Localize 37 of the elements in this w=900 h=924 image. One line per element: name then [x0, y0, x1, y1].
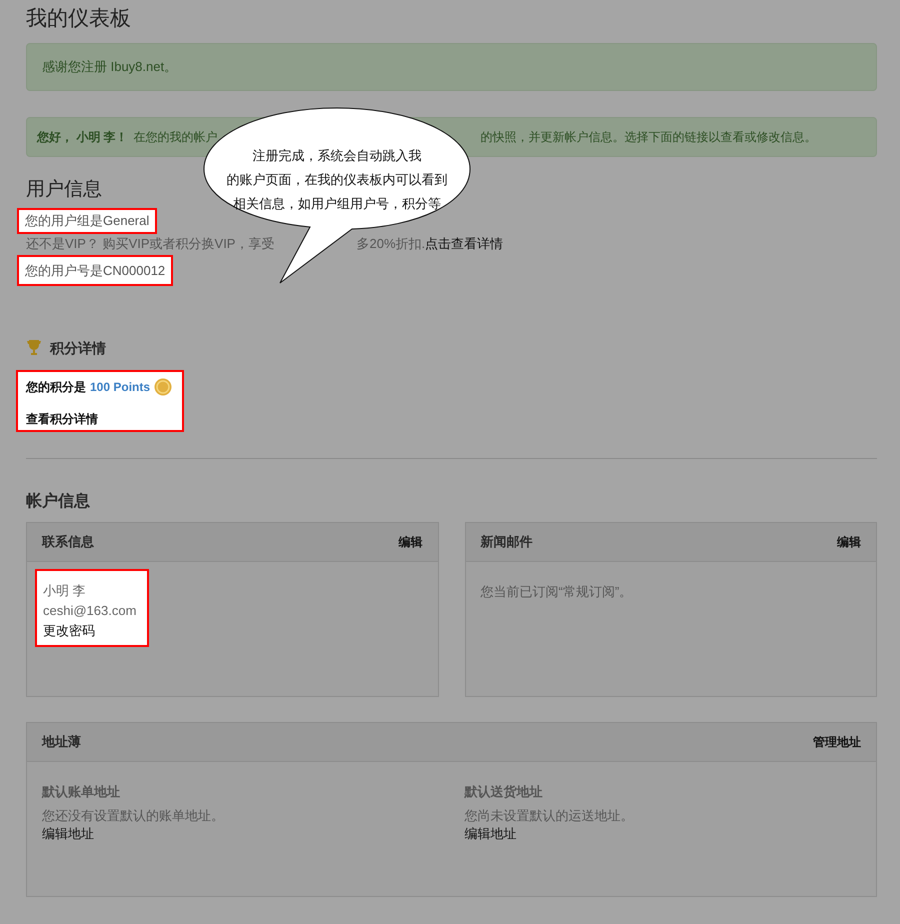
contact-email: ceshi@163.com: [43, 602, 138, 620]
edit-link[interactable]: 管理地址: [813, 733, 861, 751]
callout-text: 相关信息，如用户组用户号，积分等: [233, 195, 441, 213]
points-details-link[interactable]: 查看积分详情: [26, 410, 172, 428]
user-number-text: 您的用户号是CN000012: [25, 262, 166, 278]
vip-text: 还不是VIP？ 购买VIP或者积分换VIP，享受: [26, 234, 274, 253]
edit-link[interactable]: 编辑: [398, 533, 422, 551]
points-value: 100 Points: [90, 379, 150, 396]
welcome-text: 的快照，并更新帐户信息。选择下面的链接以查看或修改信息。: [480, 129, 817, 146]
vip-text: 多20%折扣.: [356, 234, 426, 253]
panel-title: 地址薄: [42, 733, 81, 752]
trophy-icon: [26, 339, 42, 357]
section-heading: 帐户信息: [26, 491, 91, 512]
points-label: 您的积分是: [26, 379, 86, 396]
edit-address-link[interactable]: 编辑地址: [42, 826, 438, 842]
panel-title: 新闻邮件: [480, 533, 532, 552]
section-heading: 用户信息: [26, 178, 102, 202]
edit-address-link[interactable]: 编辑地址: [464, 826, 861, 842]
panel-title: 联系信息: [42, 533, 94, 552]
edit-link[interactable]: 编辑: [837, 533, 861, 551]
details-link[interactable]: 点击查看详情: [425, 234, 504, 254]
change-password-link[interactable]: 更改密码: [43, 621, 141, 641]
newsletter-text: 您当前已订阅“常规订阅”。: [480, 583, 634, 601]
coin-icon: [154, 378, 172, 396]
page-title: 我的仪表板: [26, 6, 132, 32]
welcome-text: 在您的我的帐户: [134, 129, 218, 146]
success-notice: 感谢您注册 Ibuy8.net。: [26, 43, 877, 91]
callout-text: 的账户页面，在我的仪表板内可以看到: [226, 171, 448, 189]
greeting: 您好， 小明 李！: [37, 129, 128, 146]
address-title: 默认账单地址: [42, 783, 121, 801]
address-text: 您尚未设置默认的运送地址。: [464, 807, 634, 825]
callout-text: 注册完成，系统会自动跳入我: [252, 147, 422, 165]
address-title: 默认送货地址: [464, 783, 544, 801]
address-text: 您还没有设置默认的账单地址。: [42, 807, 225, 825]
contact-name: 小明 李: [43, 582, 87, 600]
section-heading: 积分详情: [50, 338, 106, 358]
user-group-text: 您的用户组是General: [25, 213, 150, 228]
